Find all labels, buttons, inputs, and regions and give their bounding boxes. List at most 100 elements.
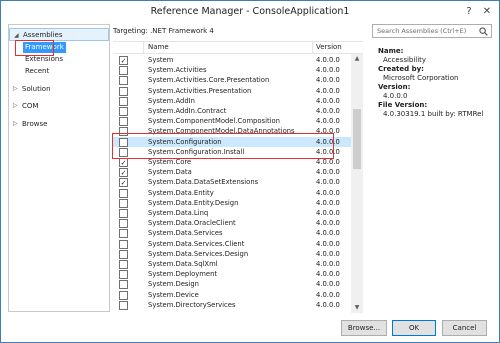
reference-checkbox[interactable]	[119, 86, 128, 96]
window-title: Reference Manager - ConsoleApplication1	[150, 6, 350, 17]
title-bar: Reference Manager - ConsoleApplication1 …	[1, 1, 499, 23]
assembly-row[interactable]: System.Data.OracleClient 4.0.0.0	[113, 218, 351, 229]
help-button[interactable]: ?	[462, 5, 476, 18]
reference-checkbox[interactable]	[119, 260, 128, 269]
assembly-name: System.Data.Services	[148, 229, 223, 238]
assembly-row[interactable]: System.ComponentModel.Composition 4.0.0.0	[113, 116, 351, 127]
reference-checkbox[interactable]: ✓	[119, 178, 128, 188]
reference-checkbox[interactable]	[119, 249, 128, 259]
collapsed-arrow-icon[interactable]: ▷	[13, 83, 18, 95]
assembly-name: System.Design	[148, 280, 199, 289]
assembly-version: 4.0.0.0	[316, 117, 340, 126]
assembly-row[interactable]: System.AddIn 4.0.0.0	[113, 96, 351, 107]
assembly-name: System.AddIn.Contract	[148, 107, 227, 115]
assembly-version: 4.0.0.0	[316, 219, 340, 228]
assembly-row[interactable]: ✓ System.Data.DataSetExtensions 4.0.0.0	[113, 177, 351, 188]
tree-item-solution[interactable]: ▷ Solution	[9, 83, 109, 95]
reference-checkbox[interactable]: ✓	[119, 158, 128, 167]
reference-checkbox[interactable]	[119, 96, 128, 106]
assembly-row[interactable]: System.Design 4.0.0.0	[113, 279, 351, 290]
scroll-thumb[interactable]	[353, 109, 361, 169]
reference-checkbox[interactable]	[119, 209, 128, 218]
category-tree: ◢ Assemblies Framework Extensions Recent…	[8, 24, 110, 312]
assembly-row[interactable]: System.Data.SqlXml 4.0.0.0	[113, 259, 351, 270]
assembly-version: 4.0.0.0	[316, 76, 340, 85]
reference-checkbox[interactable]	[119, 280, 128, 290]
assembly-row[interactable]: System.Data.Services 4.0.0.0	[113, 228, 351, 239]
list-scrollbar[interactable]: ▲ ▼	[351, 54, 363, 313]
scroll-down-arrow-icon[interactable]: ▼	[351, 303, 363, 313]
assembly-name: System.Data.Entity.Design	[148, 198, 239, 207]
details-created-label: Created by:	[378, 65, 424, 73]
reference-checkbox[interactable]	[119, 198, 128, 208]
column-divider[interactable]	[312, 42, 313, 54]
reference-checkbox[interactable]	[119, 300, 128, 310]
ok-button[interactable]: OK	[392, 320, 436, 336]
reference-checkbox[interactable]	[119, 117, 128, 127]
assembly-row[interactable]: System.Activities 4.0.0.0	[113, 65, 351, 76]
assembly-version: 4.0.0.0	[316, 168, 340, 177]
reference-checkbox[interactable]	[119, 76, 128, 86]
assembly-name: System	[148, 56, 174, 64]
reference-checkbox[interactable]: ✓	[119, 168, 128, 178]
assembly-name: System.Activities.Core.Presentation	[148, 76, 270, 85]
assembly-name: System.Data.Entity	[148, 188, 214, 197]
assembly-name: System.Data.OracleClient	[148, 219, 236, 228]
assembly-version: 4.0.0.0	[316, 300, 340, 309]
details-name-label: Name:	[378, 47, 404, 55]
assembly-row[interactable]: System.Data.Services.Design 4.0.0.0	[113, 249, 351, 260]
assembly-row[interactable]: ✓ System 4.0.0.0	[113, 55, 351, 66]
reference-checkbox[interactable]	[119, 270, 128, 280]
assembly-name: System.Data.DataSetExtensions	[148, 178, 259, 187]
tree-item-com[interactable]: ▷ COM	[9, 100, 109, 112]
reference-checkbox[interactable]	[119, 107, 128, 116]
assembly-name: System.Activities.Presentation	[148, 86, 252, 95]
assembly-row[interactable]: System.Data.Entity 4.0.0.0	[113, 188, 351, 199]
assembly-version: 4.0.0.0	[316, 86, 340, 95]
details-created-value: Microsoft Corporation	[383, 74, 459, 82]
search-icon[interactable]	[479, 27, 488, 36]
assembly-row[interactable]: System.Activities.Presentation 4.0.0.0	[113, 86, 351, 97]
reference-checkbox[interactable]	[119, 188, 128, 198]
column-divider[interactable]	[143, 42, 144, 54]
assembly-version: 4.0.0.0	[316, 280, 340, 289]
tree-item-recent[interactable]: Recent	[23, 66, 51, 77]
details-file-version-label: File Version:	[378, 101, 428, 109]
cancel-button[interactable]: Cancel	[442, 320, 487, 336]
search-box[interactable]: Search Assemblies (Ctrl+E)	[372, 24, 492, 38]
scroll-up-arrow-icon[interactable]: ▲	[351, 54, 363, 64]
reference-checkbox[interactable]	[119, 239, 128, 249]
assembly-row[interactable]: System.Deployment 4.0.0.0	[113, 269, 351, 280]
reference-checkbox[interactable]	[119, 219, 128, 229]
target-framework-label: Targeting: .NET Framework 4	[113, 27, 214, 35]
assembly-row[interactable]: System.Data.Linq 4.0.0.0	[113, 208, 351, 219]
assembly-row[interactable]: ✓ System.Data 4.0.0.0	[113, 167, 351, 178]
browse-button[interactable]: Browse...	[341, 320, 387, 336]
search-input[interactable]: Search Assemblies (Ctrl+E)	[377, 27, 466, 35]
assembly-version: 4.0.0.0	[316, 249, 340, 258]
assembly-version: 4.0.0.0	[316, 229, 340, 238]
assembly-name: System.Data	[148, 168, 192, 177]
assembly-row[interactable]: System.Activities.Core.Presentation 4.0.0…	[113, 75, 351, 86]
details-version-value: 4.0.0.0	[383, 92, 408, 100]
assembly-version: 4.0.0.0	[316, 188, 340, 197]
reference-checkbox[interactable]: ✓	[119, 56, 128, 65]
column-header-version[interactable]: Version	[316, 43, 342, 51]
reference-manager-window: Reference Manager - ConsoleApplication1 …	[0, 0, 500, 343]
collapsed-arrow-icon[interactable]: ▷	[13, 118, 18, 130]
assembly-name: System.Data.Services.Design	[148, 249, 249, 258]
collapsed-arrow-icon[interactable]: ▷	[13, 100, 18, 112]
assembly-row[interactable]: System.Data.Entity.Design 4.0.0.0	[113, 198, 351, 209]
reference-checkbox[interactable]	[119, 229, 128, 239]
assembly-row[interactable]: System.AddIn.Contract 4.0.0.0	[113, 106, 351, 117]
assembly-row[interactable]: System.Device 4.0.0.0	[113, 290, 351, 301]
reference-checkbox[interactable]	[119, 66, 128, 76]
close-button[interactable]: ✕	[480, 5, 494, 18]
reference-checkbox[interactable]	[119, 290, 128, 300]
column-header-name[interactable]: Name	[148, 43, 169, 51]
assembly-row[interactable]: System.Data.Services.Client 4.0.0.0	[113, 239, 351, 250]
assembly-name: System.ComponentModel.Composition	[148, 117, 280, 126]
tree-item-browse[interactable]: ▷ Browse	[9, 118, 109, 130]
assembly-row[interactable]: System.DirectoryServices 4.0.0.0	[113, 300, 351, 311]
assembly-name: System.Deployment	[148, 270, 218, 279]
